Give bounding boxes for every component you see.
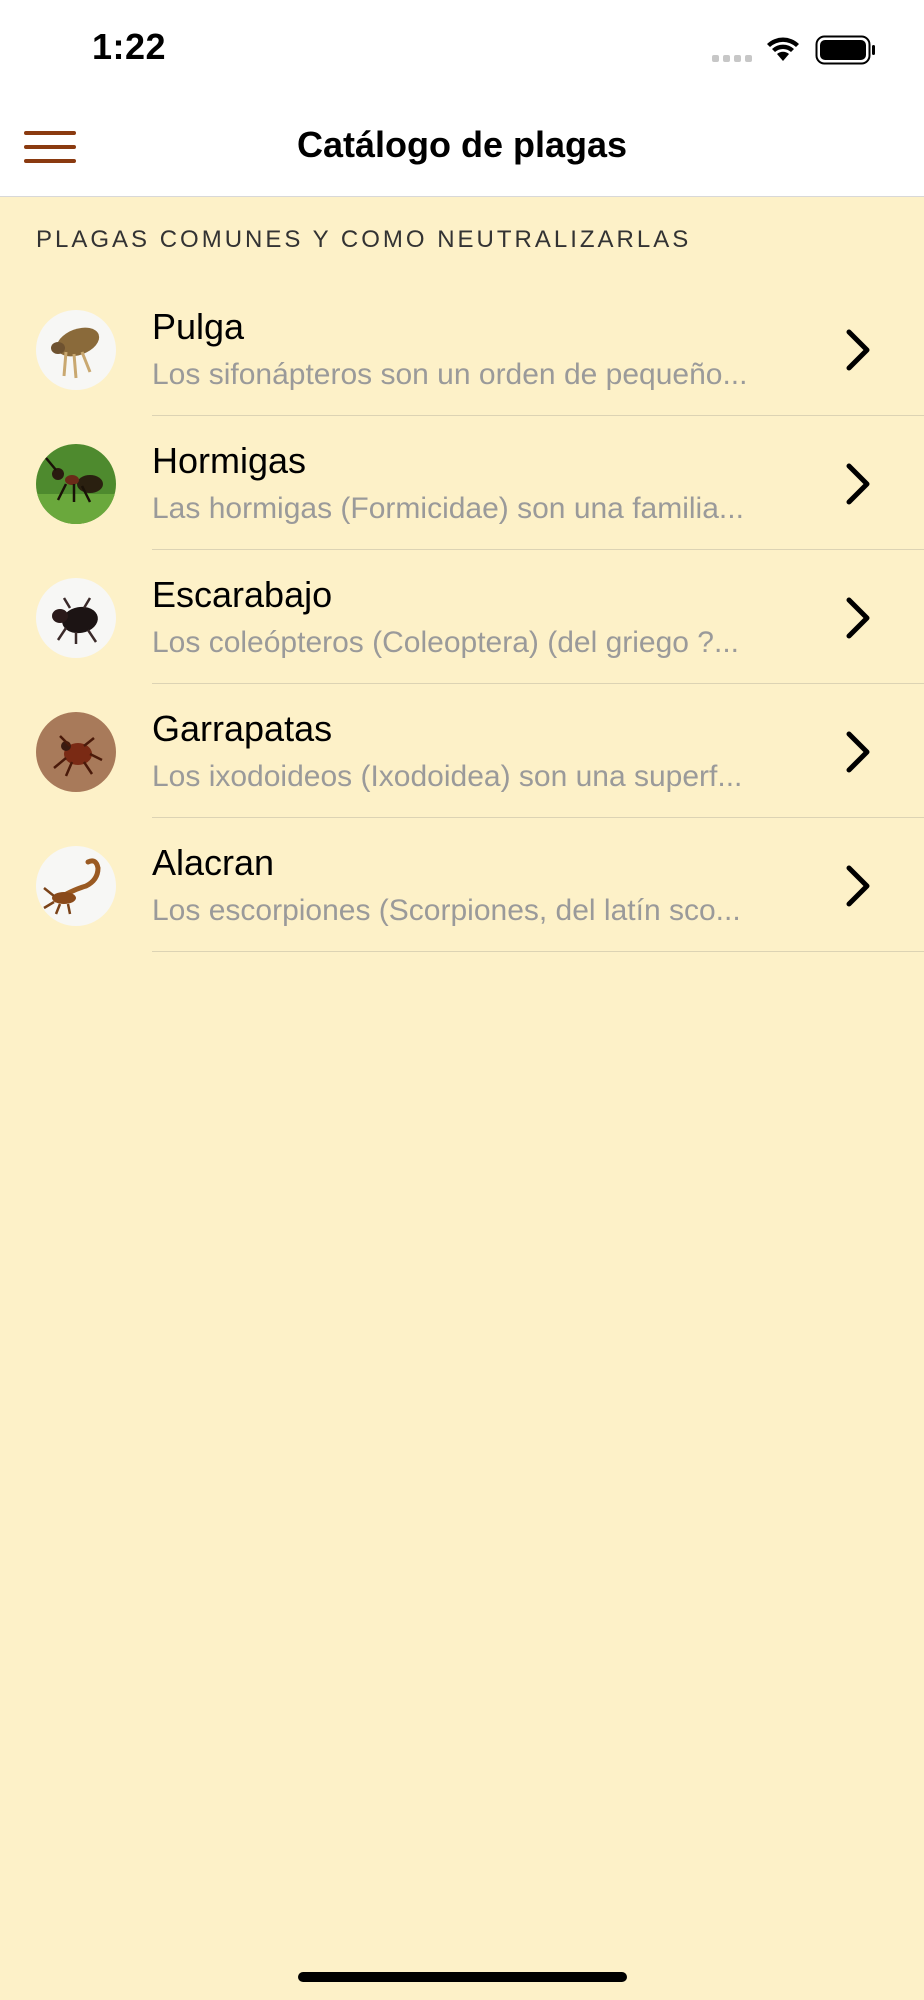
list-item-subtitle: Los coleópteros (Coleoptera) (del griego… (152, 626, 739, 659)
navigation-bar: Catálogo de plagas (0, 100, 924, 197)
pest-list: Pulga Los sifonápteros son un orden de p… (0, 282, 924, 952)
status-time: 1:22 (92, 26, 167, 67)
chevron-right-icon (846, 597, 870, 639)
status-bar: 1:22 (0, 0, 924, 100)
list-item-title: Alacran (152, 842, 275, 883)
section-header: PLAGAS COMUNES Y COMO NEUTRALIZARLAS (36, 226, 692, 253)
list-item-title: Garrapatas (152, 708, 333, 749)
page-title: Catálogo de plagas (296, 124, 628, 165)
list-item-subtitle: Los ixodoideos (Ixodoidea) son una super… (152, 760, 743, 793)
list-item[interactable]: Alacran Los escorpiones (Scorpiones, del… (0, 818, 924, 952)
list-item[interactable]: Hormigas Las hormigas (Formicidae) son u… (0, 416, 924, 550)
ant-icon (36, 444, 116, 524)
list-item[interactable]: Escarabajo Los coleópteros (Coleoptera) … (0, 550, 924, 684)
list-item[interactable]: Garrapatas Los ixodoideos (Ixodoidea) so… (0, 684, 924, 818)
list-item[interactable]: Pulga Los sifonápteros son un orden de p… (0, 282, 924, 416)
list-item-title: Hormigas (152, 440, 307, 481)
tick-icon (36, 712, 116, 792)
chevron-right-icon (846, 463, 870, 505)
cellular-signal-icon (712, 55, 752, 62)
list-item-title: Escarabajo (152, 574, 333, 615)
chevron-right-icon (846, 865, 870, 907)
divider (152, 951, 924, 952)
wifi-icon (767, 37, 799, 61)
flea-icon (36, 310, 116, 390)
chevron-right-icon (846, 329, 870, 371)
list-item-subtitle: Los sifonápteros son un orden de pequeño… (152, 358, 748, 391)
beetle-icon (36, 578, 116, 658)
chevron-right-icon (846, 731, 870, 773)
home-indicator[interactable] (298, 1972, 627, 1982)
list-item-subtitle: Los escorpiones (Scorpiones, del latín s… (152, 894, 741, 927)
battery-icon (815, 35, 875, 65)
list-item-subtitle: Las hormigas (Formicidae) son una famili… (152, 492, 744, 525)
scorpion-icon (36, 846, 116, 926)
list-item-title: Pulga (152, 306, 245, 347)
